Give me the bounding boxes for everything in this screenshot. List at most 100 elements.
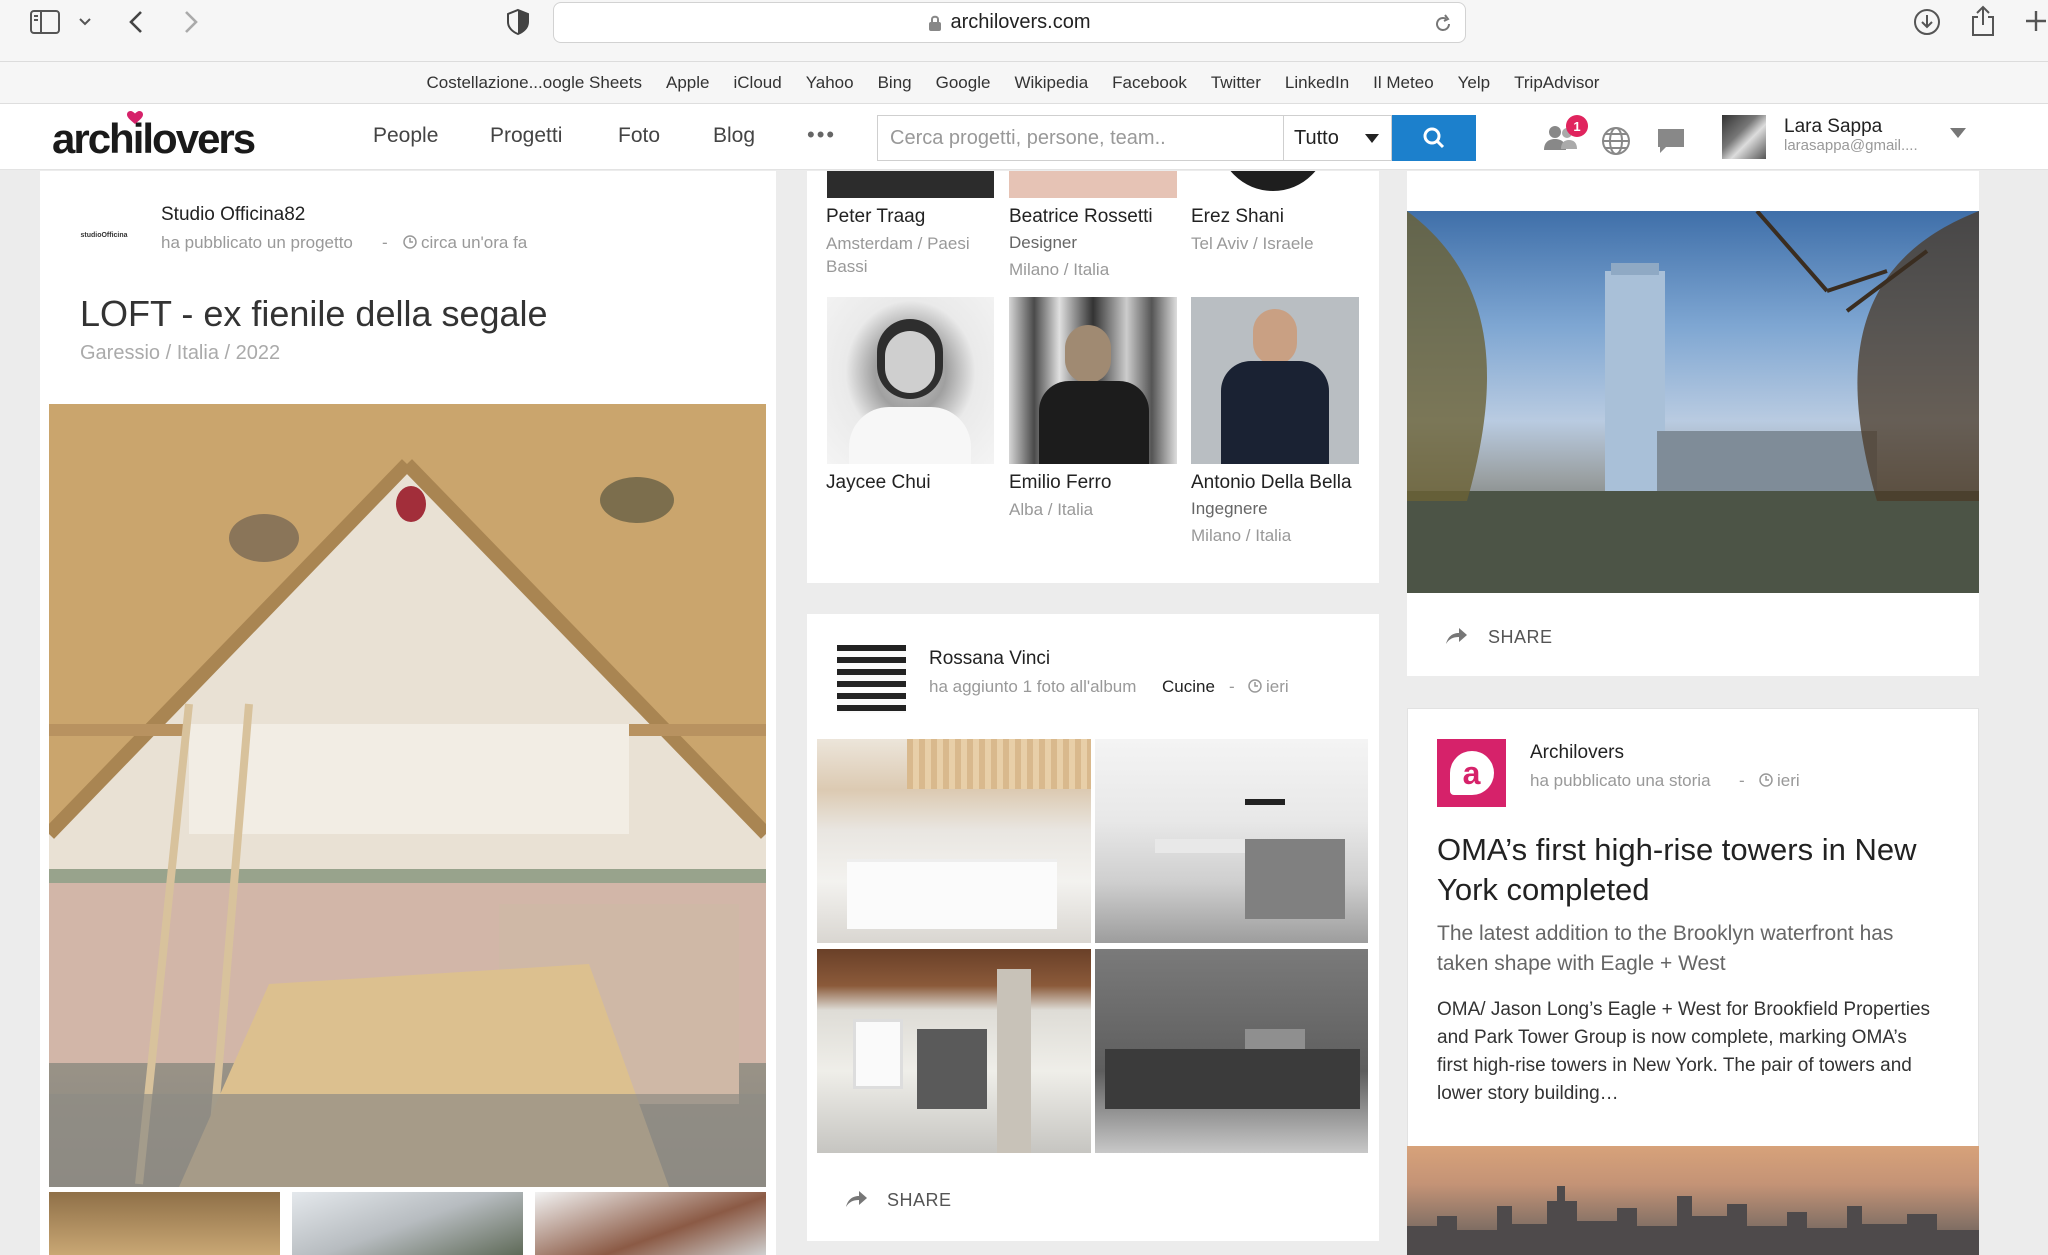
person-location: Bassi: [826, 257, 868, 276]
favorite-link[interactable]: Yahoo: [794, 73, 866, 93]
kitchen-photo-2[interactable]: [1095, 739, 1368, 943]
lock-icon: [929, 15, 942, 31]
person-location: Alba / Italia: [1009, 500, 1094, 519]
new-tab-icon[interactable]: [2024, 9, 2048, 33]
rossana-avatar[interactable]: [837, 645, 906, 713]
project-thumb-1[interactable]: [49, 1192, 280, 1255]
story-time: ieri: [1777, 771, 1800, 790]
logo-text: archilovers: [52, 115, 256, 162]
share-arrow-icon[interactable]: [844, 1189, 868, 1209]
favorite-link[interactable]: Google: [924, 73, 1003, 93]
skyscraper-photo[interactable]: [1407, 211, 1979, 593]
favorite-link[interactable]: TripAdvisor: [1502, 73, 1611, 93]
privacy-shield-icon[interactable]: [506, 8, 530, 36]
more-menu-button[interactable]: •••: [807, 122, 836, 148]
favorite-link[interactable]: iCloud: [721, 73, 793, 93]
search-input[interactable]: Cerca progetti, persone, team..: [877, 115, 1284, 161]
project-title[interactable]: LOFT - ex fienile della segale: [80, 293, 548, 335]
search-scope-select[interactable]: Tutto: [1284, 115, 1392, 161]
favorite-link[interactable]: Costellazione...oogle Sheets: [415, 73, 654, 93]
forward-arrow-icon[interactable]: [183, 10, 199, 34]
story-subtitle: The latest addition to the Brooklyn wate…: [1437, 922, 1894, 975]
back-arrow-icon[interactable]: [128, 10, 144, 34]
person-photo-antonio[interactable]: [1191, 297, 1359, 464]
city-illustration: [1407, 211, 1979, 593]
user-avatar[interactable]: [1722, 115, 1766, 159]
nav-blog[interactable]: Blog: [713, 124, 755, 148]
project-thumb-3[interactable]: [535, 1192, 766, 1255]
nav-progetti[interactable]: Progetti: [490, 124, 562, 148]
search-icon: [1423, 127, 1445, 149]
story-body: OMA/ Jason Long’s Eagle + West for Brook…: [1437, 999, 1931, 1104]
favorite-link[interactable]: LinkedIn: [1273, 73, 1361, 93]
caret-down-icon: [1365, 134, 1379, 143]
favorite-link[interactable]: Apple: [654, 73, 721, 93]
person-name[interactable]: Emilio Ferro: [1009, 472, 1111, 494]
person-photo-beatrice[interactable]: [1009, 171, 1177, 198]
studio-avatar[interactable]: studioOfficina: [74, 215, 134, 255]
favorite-link[interactable]: Il Meteo: [1361, 73, 1445, 93]
photo-share-button[interactable]: SHARE: [1488, 627, 1553, 648]
person-name[interactable]: Jaycee Chui: [826, 472, 931, 494]
project-time: circa un'ora fa: [421, 233, 528, 252]
person-photo-emilio[interactable]: [1009, 297, 1177, 464]
archilovers-logo[interactable]: archilovers: [52, 112, 256, 166]
chevron-down-icon[interactable]: [78, 17, 92, 27]
studio-avatar-text: studioOfficina: [80, 231, 128, 239]
favorite-link[interactable]: Twitter: [1199, 73, 1273, 93]
nav-foto[interactable]: Foto: [618, 124, 660, 148]
album-author[interactable]: Rossana Vinci: [929, 648, 1050, 670]
nav-people[interactable]: People: [373, 124, 438, 148]
messages-icon[interactable]: [1656, 127, 1686, 155]
share-arrow-icon[interactable]: [1444, 626, 1468, 646]
notification-badge: 1: [1566, 115, 1588, 137]
story-title[interactable]: OMA’s first high-rise towers in New York…: [1437, 830, 1947, 910]
album-share-button[interactable]: SHARE: [887, 1190, 952, 1211]
person-photo-jaycee[interactable]: [827, 297, 994, 464]
story-author[interactable]: Archilovers: [1530, 742, 1624, 764]
globe-icon[interactable]: [1601, 126, 1631, 156]
kitchen-photo-3[interactable]: [817, 949, 1091, 1153]
search-scope-value: Tutto: [1294, 126, 1339, 149]
favorite-link[interactable]: Bing: [866, 73, 924, 93]
person-name[interactable]: Antonio Della Bella: [1191, 472, 1352, 494]
kitchen-photo-1[interactable]: [817, 739, 1091, 943]
clock-icon: [1248, 679, 1262, 693]
kitchen-photo-4[interactable]: [1095, 949, 1368, 1153]
person-location: Tel Aviv / Israele: [1191, 234, 1314, 253]
search-button[interactable]: [1392, 115, 1476, 161]
archilovers-avatar[interactable]: a: [1437, 739, 1506, 807]
address-bar[interactable]: archilovers.com: [553, 2, 1466, 43]
favorite-link[interactable]: Facebook: [1100, 73, 1199, 93]
album-time: ieri: [1266, 677, 1289, 696]
reload-icon[interactable]: [1433, 14, 1453, 34]
person-name[interactable]: Beatrice Rossetti: [1009, 206, 1153, 228]
person-location: Amsterdam / Paesi: [826, 234, 970, 253]
person-location: Milano / Italia: [1191, 526, 1292, 545]
loft-illustration: [49, 404, 766, 1187]
album-action: ha aggiunto 1 foto all'album: [929, 677, 1137, 696]
project-action: ha pubblicato un progetto: [161, 233, 353, 252]
clock-icon: [1759, 773, 1773, 787]
favorite-link[interactable]: Wikipedia: [1002, 73, 1100, 93]
person-photo-erez[interactable]: [1190, 171, 1358, 198]
album-name[interactable]: Cucine: [1162, 677, 1215, 697]
heart-icon: [127, 111, 143, 124]
project-author[interactable]: Studio Officina82: [161, 204, 305, 226]
person-role: Designer: [1009, 233, 1078, 252]
sidebar-toggle-icon[interactable]: [30, 10, 60, 34]
user-name[interactable]: Lara Sappa: [1784, 116, 1882, 138]
project-main-image[interactable]: [49, 404, 766, 1187]
clock-icon: [403, 235, 417, 249]
person-photo-peter[interactable]: [827, 171, 994, 198]
person-role: Ingegnere: [1191, 499, 1268, 518]
person-name[interactable]: Erez Shani: [1191, 206, 1284, 228]
downloads-icon[interactable]: [1913, 8, 1941, 36]
person-name[interactable]: Peter Traag: [826, 206, 925, 228]
project-thumb-2[interactable]: [292, 1192, 523, 1255]
user-menu-caret-icon[interactable]: [1950, 128, 1966, 138]
share-icon[interactable]: [1970, 5, 1996, 37]
story-image[interactable]: [1407, 1146, 1979, 1255]
favorite-link[interactable]: Yelp: [1446, 73, 1502, 93]
project-meta: Garessio / Italia / 2022: [80, 342, 281, 364]
